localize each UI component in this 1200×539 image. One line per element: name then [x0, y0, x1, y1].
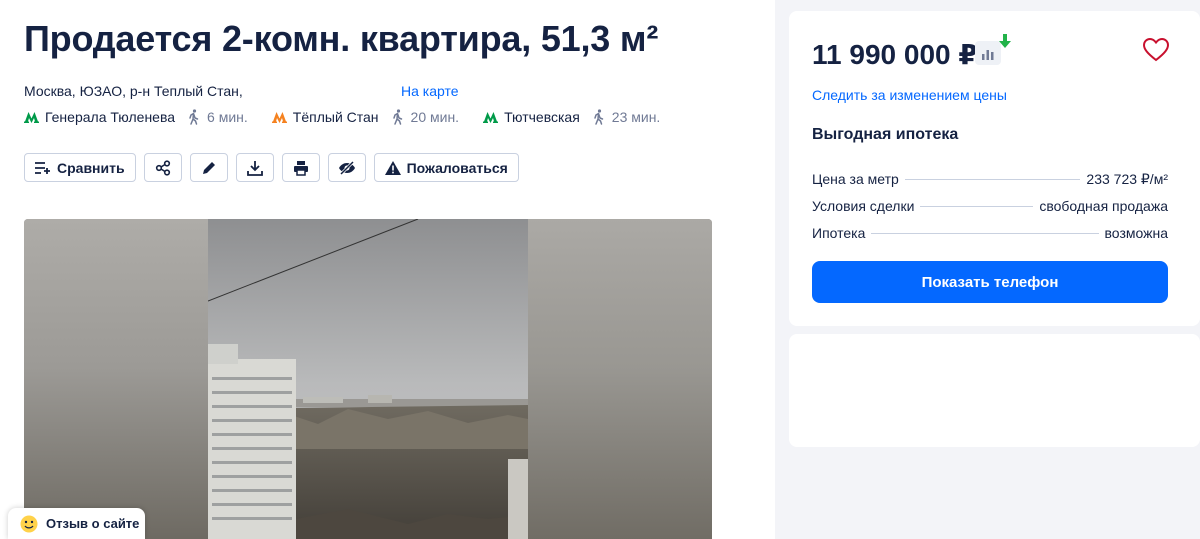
param-leader: [904, 179, 1081, 180]
address: Москва, ЮЗАО, р-н Теплый Стан,: [24, 83, 243, 99]
walking-person-icon: [189, 109, 199, 125]
gallery-blur-left: [24, 219, 208, 539]
feedback-label: Отзыв о сайте: [46, 516, 140, 531]
smile-icon: [20, 515, 38, 532]
walking-person-icon: [392, 109, 402, 125]
listing-main: Продается 2-комн. квартира, 51,3 м² Моск…: [0, 0, 775, 539]
warning-icon: [384, 160, 401, 175]
param-value: возможна: [1104, 225, 1168, 241]
param-key: Цена за метр: [812, 171, 899, 187]
pencil-icon: [202, 161, 215, 174]
param-leader: [920, 206, 1034, 207]
arrow-down-icon: [999, 34, 1011, 48]
eye-off-icon: [338, 160, 355, 175]
offer-card: 11 990 000 ₽ Следить за изменением цены …: [789, 11, 1200, 326]
param-row: Цена за метр 233 723 ₽/м²: [812, 171, 1168, 198]
bar-chart-icon: [982, 50, 994, 60]
metro-station[interactable]: Тёплый Стан 20 мин.: [271, 109, 460, 125]
photo-gallery[interactable]: [24, 219, 712, 539]
metro-station[interactable]: Генерала Тюленева 6 мин.: [24, 109, 248, 125]
hide-button[interactable]: [327, 153, 366, 182]
metro-icon: [483, 112, 499, 123]
walk-time-label: 6 мин.: [207, 109, 248, 125]
map-link[interactable]: На карте: [401, 83, 459, 99]
metro-name: Тёплый Стан: [292, 109, 379, 125]
compare-button[interactable]: Сравнить: [24, 153, 136, 182]
compare-label: Сравнить: [57, 159, 125, 176]
metro-name: Генерала Тюленева: [45, 109, 176, 125]
download-button[interactable]: [235, 153, 274, 182]
params-list: Цена за метр 233 723 ₽/м² Условия сделки…: [812, 171, 1168, 252]
secondary-card: [789, 334, 1200, 447]
metro-station[interactable]: Тютчевская 23 мин.: [483, 109, 660, 125]
compare-icon: [35, 161, 50, 174]
walking-person-icon: [594, 109, 604, 125]
walk-time: 6 мин.: [187, 109, 248, 125]
param-key: Ипотека: [812, 225, 866, 241]
gallery-blur-right: [528, 219, 712, 539]
walk-time: 23 мин.: [592, 109, 661, 125]
price: 11 990 000 ₽: [812, 39, 978, 70]
mortgage-title: Выгодная ипотека: [812, 126, 959, 143]
share-icon: [155, 159, 170, 176]
metro-name: Тютчевская: [504, 109, 580, 125]
follow-price-link[interactable]: Следить за изменением цены: [812, 87, 1007, 103]
walk-time-label: 20 мин.: [410, 109, 460, 125]
param-row: Ипотека возможна: [812, 225, 1168, 252]
heart-icon[interactable]: [1143, 38, 1169, 62]
download-icon: [246, 160, 263, 176]
page-title: Продается 2-комн. квартира, 51,3 м²: [24, 18, 659, 59]
param-key: Условия сделки: [812, 198, 915, 214]
walk-time-label: 23 мин.: [611, 109, 661, 125]
site-feedback-button[interactable]: Отзыв о сайте: [8, 508, 145, 539]
param-value: 233 723 ₽/м²: [1086, 171, 1168, 187]
show-phone-button[interactable]: Показать телефон: [812, 261, 1168, 303]
print-button[interactable]: [281, 153, 320, 182]
param-value: свободная продажа: [1039, 198, 1168, 214]
action-toolbar: Сравнить Пожаловаться: [24, 153, 527, 182]
walk-time: 20 мин.: [391, 109, 460, 125]
param-row: Условия сделки свободная продажа: [812, 198, 1168, 225]
share-button[interactable]: [143, 153, 182, 182]
metro-list: Генерала Тюленева 6 мин. Тёплый Стан 20 …: [24, 109, 684, 125]
metro-icon: [271, 112, 287, 123]
apartment-photo[interactable]: [208, 219, 528, 539]
metro-icon: [24, 112, 39, 123]
printer-icon: [293, 160, 308, 176]
price-history-button[interactable]: [975, 41, 1001, 65]
complain-button[interactable]: Пожаловаться: [373, 153, 519, 182]
complain-label: Пожаловаться: [406, 159, 508, 176]
edit-button[interactable]: [189, 153, 228, 182]
param-leader: [871, 233, 1099, 234]
